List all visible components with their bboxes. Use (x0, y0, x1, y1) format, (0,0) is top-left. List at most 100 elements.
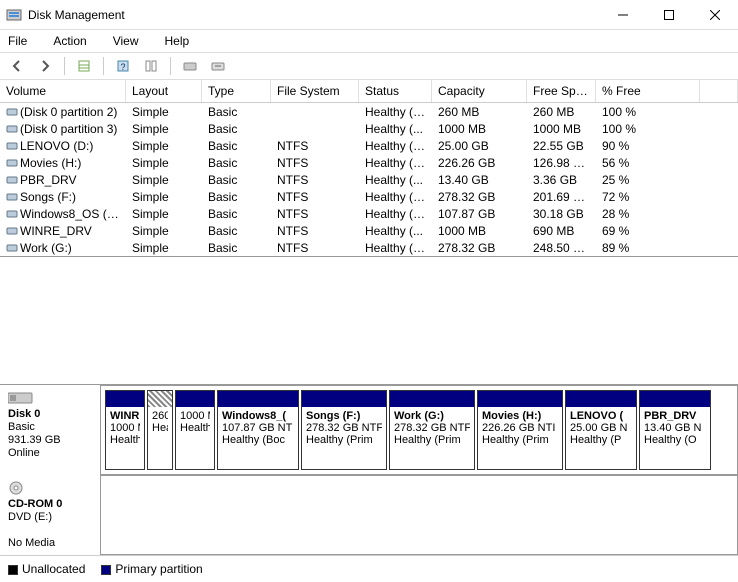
volume-filesystem: NTFS (271, 156, 359, 170)
partition[interactable]: Windows8_(107.87 GB NTHealthy (Boc (217, 390, 299, 470)
app-icon (6, 7, 22, 23)
partition-status: Healthy (O (644, 434, 706, 446)
tb-btn-5[interactable] (140, 55, 162, 77)
volume-row[interactable]: Windows8_OS (C:)SimpleBasicNTFSHealthy (… (0, 205, 738, 222)
partition-name: Work (G:) (394, 410, 470, 422)
partition-header (640, 391, 710, 407)
partition-size: 13.40 GB N (644, 422, 706, 434)
volume-name: (Disk 0 partition 3) (0, 122, 126, 136)
volume-name: Movies (H:) (0, 156, 126, 170)
volume-row[interactable]: Movies (H:)SimpleBasicNTFSHealthy (P...2… (0, 154, 738, 171)
partition-status: Health (180, 422, 210, 434)
disk-label[interactable]: Disk 0Basic931.39 GBOnline (0, 385, 100, 475)
tb-btn-3[interactable] (73, 55, 95, 77)
volume-type: Basic (202, 173, 271, 187)
volume-row[interactable]: Songs (F:)SimpleBasicNTFSHealthy (P...27… (0, 188, 738, 205)
col-free-space[interactable]: Free Spa... (527, 80, 596, 102)
volume-name: Songs (F:) (0, 190, 126, 204)
volume-free: 201.69 GB (527, 190, 596, 204)
volume-name: LENOVO (D:) (0, 139, 126, 153)
partition[interactable]: Songs (F:)278.32 GB NTFHealthy (Prim (301, 390, 387, 470)
volume-type: Basic (202, 139, 271, 153)
volume-row[interactable]: WINRE_DRVSimpleBasicNTFSHealthy (...1000… (0, 222, 738, 239)
menu-file[interactable]: File (4, 32, 31, 50)
menu-view[interactable]: View (109, 32, 143, 50)
partition-header (218, 391, 298, 407)
menu-action[interactable]: Action (49, 32, 90, 50)
volume-status: Healthy (E... (359, 105, 432, 119)
partition-name: LENOVO ( (570, 410, 632, 422)
toolbar: ? (0, 52, 738, 80)
partition[interactable]: 1000 MHealth (175, 390, 215, 470)
back-button[interactable] (6, 55, 28, 77)
volume-row[interactable]: (Disk 0 partition 2)SimpleBasicHealthy (… (0, 103, 738, 120)
volume-pct-free: 28 % (596, 207, 700, 221)
volume-free: 126.98 GB (527, 156, 596, 170)
volume-row[interactable]: Work (G:)SimpleBasicNTFSHealthy (P...278… (0, 239, 738, 256)
volume-status: Healthy (P... (359, 241, 432, 255)
partition[interactable]: WINRE1000 MHealth (105, 390, 145, 470)
menubar: File Action View Help (0, 30, 738, 52)
partition[interactable]: Movies (H:)226.26 GB NTIHealthy (Prim (477, 390, 563, 470)
volume-status: Healthy (... (359, 122, 432, 136)
col-type[interactable]: Type (202, 80, 271, 102)
partition-status: Healthy (Prim (482, 434, 558, 446)
tb-btn-7[interactable] (207, 55, 229, 77)
volume-filesystem: NTFS (271, 224, 359, 238)
legend-primary: Primary partition (101, 562, 202, 576)
volume-layout: Simple (126, 190, 202, 204)
volume-status: Healthy (B... (359, 207, 432, 221)
partition-size: 278.32 GB NTF (306, 422, 382, 434)
col-pct-free[interactable]: % Free (596, 80, 700, 102)
volume-layout: Simple (126, 241, 202, 255)
volume-free: 30.18 GB (527, 207, 596, 221)
col-status[interactable]: Status (359, 80, 432, 102)
menu-help[interactable]: Help (161, 32, 194, 50)
partition[interactable]: LENOVO (25.00 GB NHealthy (P (565, 390, 637, 470)
volume-status: Healthy (P... (359, 190, 432, 204)
volume-row[interactable]: (Disk 0 partition 3)SimpleBasicHealthy (… (0, 120, 738, 137)
volume-layout: Simple (126, 105, 202, 119)
help-button[interactable]: ? (112, 55, 134, 77)
maximize-button[interactable] (646, 0, 692, 30)
tb-btn-6[interactable] (179, 55, 201, 77)
volume-pct-free: 100 % (596, 105, 700, 119)
volume-name: Windows8_OS (C:) (0, 207, 126, 221)
partition-size: 1000 M (180, 410, 210, 422)
col-filesystem[interactable]: File System (271, 80, 359, 102)
volume-capacity: 226.26 GB (432, 156, 527, 170)
toolbar-separator (103, 57, 104, 75)
volume-row[interactable]: PBR_DRVSimpleBasicNTFSHealthy (...13.40 … (0, 171, 738, 188)
volume-pct-free: 100 % (596, 122, 700, 136)
disk-label[interactable]: CD-ROM 0DVD (E:)No Media (0, 475, 100, 555)
volume-capacity: 278.32 GB (432, 241, 527, 255)
volume-type: Basic (202, 241, 271, 255)
volume-status: Healthy (P... (359, 156, 432, 170)
col-extra[interactable] (700, 80, 738, 102)
forward-button[interactable] (34, 55, 56, 77)
col-layout[interactable]: Layout (126, 80, 202, 102)
volume-capacity: 107.87 GB (432, 207, 527, 221)
partition-size: 278.32 GB NTF (394, 422, 470, 434)
unallocated-swatch (8, 565, 18, 575)
volume-pct-free: 89 % (596, 241, 700, 255)
partition-header (148, 391, 172, 407)
volume-filesystem: NTFS (271, 139, 359, 153)
legend-unallocated: Unallocated (8, 562, 85, 576)
disk-partitions: WINRE1000 MHealth260 IHeal1000 MHealthWi… (100, 385, 738, 475)
partition-size: 1000 M (110, 422, 140, 434)
volume-pct-free: 72 % (596, 190, 700, 204)
partition-header (566, 391, 636, 407)
col-capacity[interactable]: Capacity (432, 80, 527, 102)
partition[interactable]: PBR_DRV13.40 GB NHealthy (O (639, 390, 711, 470)
close-button[interactable] (692, 0, 738, 30)
partition[interactable]: Work (G:)278.32 GB NTFHealthy (Prim (389, 390, 475, 470)
minimize-button[interactable] (600, 0, 646, 30)
volume-row[interactable]: LENOVO (D:)SimpleBasicNTFSHealthy (P...2… (0, 137, 738, 154)
partition-name: PBR_DRV (644, 410, 706, 422)
volume-free: 690 MB (527, 224, 596, 238)
pane-splitter[interactable] (0, 256, 738, 385)
col-volume[interactable]: Volume (0, 80, 126, 102)
partition[interactable]: 260 IHeal (147, 390, 173, 470)
disk-row: Disk 0Basic931.39 GBOnlineWINRE1000 MHea… (0, 385, 738, 475)
